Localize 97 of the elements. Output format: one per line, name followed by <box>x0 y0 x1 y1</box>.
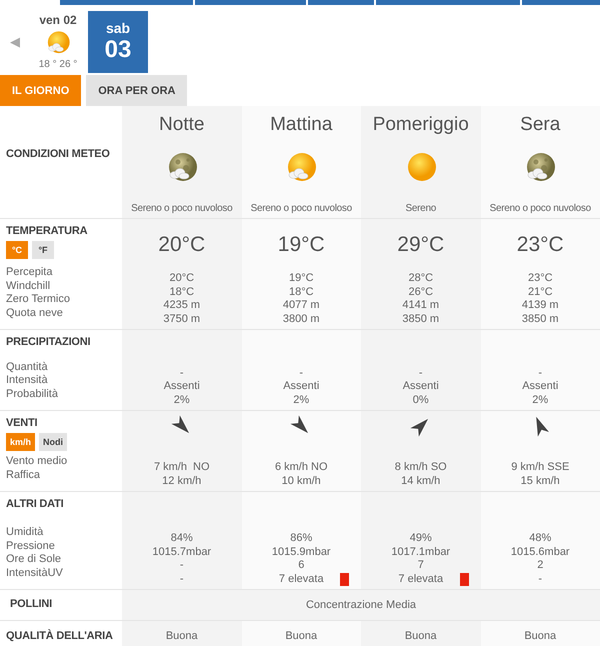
row-value: 6 km/h NO <box>274 461 328 474</box>
row-label: Umidità <box>6 526 44 540</box>
section-title: POLLINI <box>10 598 53 610</box>
row-value: Assenti <box>522 380 558 394</box>
row-value: 6 <box>297 559 306 572</box>
air-quality-value: Buona <box>524 630 556 642</box>
row-value: 18°C <box>288 286 315 299</box>
row-value: 4235 m <box>163 299 200 312</box>
temperature-value: 20°C <box>158 233 206 257</box>
air-quality-value: Buona <box>285 630 318 642</box>
row-value: 15 km/h <box>520 474 561 488</box>
row-label: Zero Termico <box>6 293 71 306</box>
row-label: Probabilità <box>6 388 59 401</box>
selected-day[interactable]: sab 03 <box>88 10 148 72</box>
row-value: 2% <box>531 394 550 407</box>
row-label: Percepita <box>6 266 54 280</box>
row-value: 3850 m <box>402 312 440 326</box>
row-value: - <box>298 366 304 380</box>
row-value: 4141 m <box>402 299 440 312</box>
row-value: Assenti <box>402 380 439 394</box>
row-value: 26°C <box>407 286 434 299</box>
row-value: Assenti <box>164 380 200 394</box>
air-quality-value: Buona <box>404 630 437 642</box>
temperature-value: 23°C <box>516 233 564 257</box>
row-value: 12 km/h <box>161 474 202 488</box>
row-value: 1015.6mbar <box>510 546 570 559</box>
section-title: PRECIPITAZIONI <box>6 336 92 348</box>
row-value: 2% <box>292 394 310 407</box>
pollen-value: Concentrazione Media <box>306 599 416 611</box>
section-title: VENTI <box>6 417 38 429</box>
section-title: TEMPERATURA <box>6 225 88 237</box>
row-value: 7 <box>416 559 425 572</box>
row-label: Quantità <box>6 360 49 374</box>
temperature-value: 19°C <box>278 233 325 257</box>
row-value: 1015.7mbar <box>152 546 212 559</box>
day-temperatures: 18 ° 26 ° <box>38 59 78 70</box>
day-weekday: sab <box>106 20 130 36</box>
row-value: 2 <box>536 559 544 572</box>
row-value: 48% <box>528 532 552 546</box>
row-value: Assenti <box>283 380 320 394</box>
row-value: 7 elevata <box>397 572 444 586</box>
row-value: 1015.9mbar <box>272 546 331 559</box>
day-date: 03 <box>104 36 132 64</box>
condition-text: Sereno o poco nuvoloso <box>490 203 591 214</box>
section-title: ALTRI DATI <box>6 498 64 510</box>
row-value: 3800 m <box>282 312 320 326</box>
row-value: 7 km/h NO <box>154 461 210 474</box>
row-value: 4139 m <box>522 299 559 312</box>
period-name: Notte <box>159 114 204 136</box>
condition-text: Sereno o poco nuvoloso <box>250 203 352 214</box>
row-value: 23°C <box>526 272 554 286</box>
row-value: 2% <box>172 394 191 407</box>
row-label: IntensitàUV <box>6 566 64 580</box>
row-value: 3750 m <box>163 312 200 326</box>
row-value: - <box>418 366 424 380</box>
unit-toggle[interactable]: Nodi <box>39 433 68 451</box>
condition-text: Sereno <box>406 203 436 214</box>
row-value: 1017.1mbar <box>391 546 450 559</box>
row-value: 84% <box>170 532 194 546</box>
row-value: - <box>178 366 185 380</box>
row-value: 8 km/h SO <box>394 461 447 474</box>
condition-text: Sereno o poco nuvoloso <box>131 203 232 214</box>
period-name: Sera <box>520 114 560 136</box>
row-label: Intensità <box>6 374 49 388</box>
row-label: Windchill <box>6 280 52 293</box>
unit-toggle[interactable]: °F <box>32 241 54 259</box>
row-value: 4077 m <box>282 299 320 312</box>
row-value: 86% <box>289 532 314 546</box>
row-value: - <box>178 572 185 586</box>
period-name: Mattina <box>270 114 332 136</box>
row-value: 19°C <box>288 272 315 286</box>
section-title: QUALITÀ DELL'ARIA <box>6 630 114 642</box>
row-label: Raffica <box>6 468 42 482</box>
row-label: Pressione <box>6 540 56 553</box>
row-value: 3850 m <box>522 312 559 326</box>
row-label: Ore di Sole <box>6 553 62 566</box>
row-value: - <box>537 366 544 380</box>
row-value: 0% <box>412 394 430 407</box>
row-label: Vento medio <box>6 455 68 468</box>
row-value: 18°C <box>168 286 196 299</box>
row-value: 10 km/h <box>280 474 322 488</box>
day-label[interactable]: ven 02 <box>39 13 77 27</box>
row-value: 21°C <box>526 286 554 299</box>
row-value: 49% <box>408 532 433 546</box>
row-value: 20°C <box>168 272 196 286</box>
row-value: - <box>537 572 544 586</box>
row-value: 14 km/h <box>400 474 442 488</box>
view-tab[interactable]: ORA PER ORA <box>86 75 188 106</box>
period-name: Pomeriggio <box>372 114 469 136</box>
air-quality-value: Buona <box>166 630 198 642</box>
section-title: CONDIZIONI METEO <box>6 148 111 160</box>
row-value: 28°C <box>407 272 434 286</box>
row-value: - <box>178 559 185 572</box>
row-value: 7 elevata <box>278 572 325 586</box>
row-value: 9 km/h SSE <box>511 461 570 474</box>
temperature-value: 29°C <box>397 233 444 257</box>
row-label: Quota neve <box>6 306 64 320</box>
